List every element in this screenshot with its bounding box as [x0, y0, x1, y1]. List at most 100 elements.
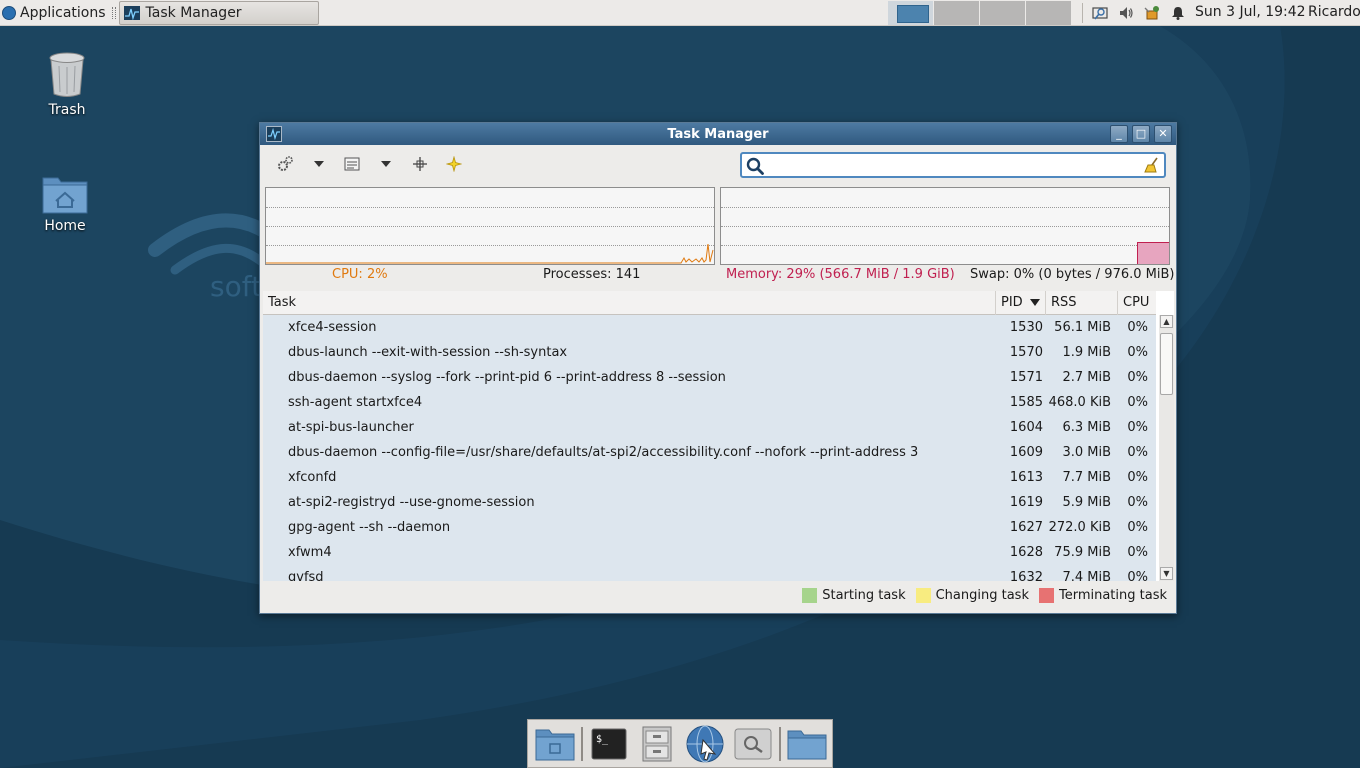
cpu-cell: 0%	[1127, 470, 1148, 485]
pid-cell: 1530	[1009, 320, 1043, 335]
column-header-cpu[interactable]: CPU	[1118, 291, 1156, 315]
vertical-scrollbar[interactable]: ▲ ▼	[1159, 315, 1174, 581]
network-icon[interactable]	[1091, 4, 1109, 22]
settings-dropdown-chevron-icon[interactable]	[306, 152, 332, 176]
clock[interactable]: Sun 3 Jul, 19:42	[1195, 4, 1306, 20]
desktop-folder-icon[interactable]	[533, 724, 577, 764]
scroll-up-arrow-icon[interactable]: ▲	[1160, 315, 1173, 328]
system-tray	[1082, 0, 1191, 26]
taskbar-task-manager-button[interactable]: Task Manager	[118, 0, 319, 25]
update-icon[interactable]	[1143, 4, 1161, 22]
rss-cell: 2.7 MiB	[1062, 370, 1111, 385]
table-body: xfce4-session 1530 56.1 MiB 0% dbus-launch …	[263, 315, 1156, 581]
star-icon[interactable]	[441, 152, 467, 176]
table-row[interactable]: gvfsd 1632 7.4 MiB 0%	[263, 565, 1156, 581]
task-cell: gvfsd	[288, 570, 324, 581]
cpu-cell: 0%	[1127, 570, 1148, 581]
taskbar-button-label: Task Manager	[145, 4, 242, 21]
maximize-button[interactable]: □	[1132, 125, 1150, 143]
task-cell: xfwm4	[288, 545, 332, 560]
table-row[interactable]: at-spi2-registryd --use-gnome-session 161…	[263, 490, 1156, 515]
file-cabinet-icon[interactable]	[635, 724, 679, 764]
pid-cell: 1609	[1009, 445, 1043, 460]
dock-separator	[779, 726, 781, 761]
table-row[interactable]: xfwm4 1628 75.9 MiB 0%	[263, 540, 1156, 565]
workspace-3[interactable]	[980, 1, 1025, 25]
scrollbar-thumb[interactable]	[1160, 333, 1173, 395]
scroll-down-arrow-icon[interactable]: ▼	[1160, 567, 1173, 580]
table-row[interactable]: xfconfd 1613 7.7 MiB 0%	[263, 465, 1156, 490]
cpu-cell: 0%	[1127, 395, 1148, 410]
column-header-task[interactable]: Task	[263, 291, 996, 315]
pid-cell: 1604	[1009, 420, 1043, 435]
table-row[interactable]: dbus-daemon --syslog --fork --print-pid …	[263, 365, 1156, 390]
legend-starting: Starting task	[822, 587, 906, 603]
app-finder-icon[interactable]	[731, 724, 775, 764]
table-row[interactable]: at-spi-bus-launcher 1604 6.3 MiB 0%	[263, 415, 1156, 440]
legend-changing: Changing task	[935, 587, 1029, 603]
workspace-switcher	[888, 1, 1072, 25]
close-button[interactable]: ✕	[1154, 125, 1172, 143]
crosshair-icon[interactable]	[407, 152, 433, 176]
starting-swatch	[802, 587, 818, 603]
task-manager-window: Task Manager _ □ ✕ CPU: 2% Processes: 14…	[259, 122, 1177, 614]
folder-icon[interactable]	[785, 724, 829, 764]
desktop-icon-trash[interactable]: Trash	[27, 52, 107, 118]
top-panel: Applications Task Manager Sun 3 Jul, 19:…	[0, 0, 1360, 26]
task-manager-icon	[123, 5, 140, 20]
table-row[interactable]: ssh-agent startxfce4 1585 468.0 KiB 0%	[263, 390, 1156, 415]
bottom-dock: $_	[527, 719, 833, 768]
table-row[interactable]: gpg-agent --sh --daemon 1627 272.0 KiB 0%	[263, 515, 1156, 540]
cpu-cell: 0%	[1127, 495, 1148, 510]
web-browser-icon[interactable]	[683, 724, 727, 764]
svg-text:soft: soft	[210, 270, 262, 303]
table-row[interactable]: dbus-launch --exit-with-session --sh-syn…	[263, 340, 1156, 365]
clear-icon[interactable]	[1142, 156, 1160, 174]
workspace-1[interactable]	[888, 1, 933, 25]
workspace-2[interactable]	[934, 1, 979, 25]
sort-descending-icon	[1029, 299, 1040, 306]
user-menu[interactable]: Ricardo	[1308, 4, 1360, 20]
column-header-rss[interactable]: RSS	[1046, 291, 1118, 315]
workspace-4[interactable]	[1026, 1, 1071, 25]
minimize-button[interactable]: _	[1110, 125, 1128, 143]
title-bar[interactable]: Task Manager _ □ ✕	[260, 123, 1176, 145]
terminal-icon[interactable]: $_	[587, 724, 631, 764]
applications-label: Applications	[20, 4, 106, 21]
applications-menu[interactable]: Applications	[0, 0, 110, 26]
cpu-cell: 0%	[1127, 520, 1148, 535]
rss-cell: 468.0 KiB	[1048, 395, 1111, 410]
view-dropdown-chevron-icon[interactable]	[373, 152, 399, 176]
search-field[interactable]	[740, 152, 1166, 178]
memory-usage-bar	[1137, 242, 1169, 264]
search-input[interactable]	[768, 156, 1138, 174]
notification-bell-icon[interactable]	[1169, 4, 1187, 22]
table-row[interactable]: xfce4-session 1530 56.1 MiB 0%	[263, 315, 1156, 340]
task-table: Task PID RSS CPU xfce4-session 1530 56.1 M…	[263, 291, 1174, 581]
changing-swatch	[915, 587, 931, 603]
rss-cell: 7.7 MiB	[1062, 470, 1111, 485]
volume-icon[interactable]	[1117, 4, 1135, 22]
rss-cell: 3.0 MiB	[1062, 445, 1111, 460]
search-icon	[746, 157, 764, 175]
rss-cell: 5.9 MiB	[1062, 495, 1111, 510]
rss-cell: 75.9 MiB	[1054, 545, 1111, 560]
column-header-pid[interactable]: PID	[996, 291, 1046, 315]
task-cell: xfconfd	[288, 470, 337, 485]
task-cell: dbus-daemon --syslog --fork --print-pid …	[288, 370, 726, 385]
memory-graph	[720, 187, 1170, 265]
rss-cell: 7.4 MiB	[1062, 570, 1111, 581]
grid-line	[721, 207, 1169, 208]
pid-cell: 1632	[1009, 570, 1043, 581]
task-cell: gpg-agent --sh --daemon	[288, 520, 451, 535]
desktop-icon-home[interactable]: Home	[25, 174, 105, 234]
task-manager-icon	[266, 126, 282, 142]
cpu-graph-line	[266, 243, 714, 264]
tray-separator	[1082, 3, 1083, 23]
table-row[interactable]: dbus-daemon --config-file=/usr/share/def…	[263, 440, 1156, 465]
view-icon[interactable]	[339, 152, 365, 176]
table-header: Task PID RSS CPU	[263, 291, 1156, 315]
settings-icon[interactable]	[272, 152, 298, 176]
pid-header-label: PID	[1001, 295, 1023, 310]
panel-separator	[111, 6, 116, 19]
